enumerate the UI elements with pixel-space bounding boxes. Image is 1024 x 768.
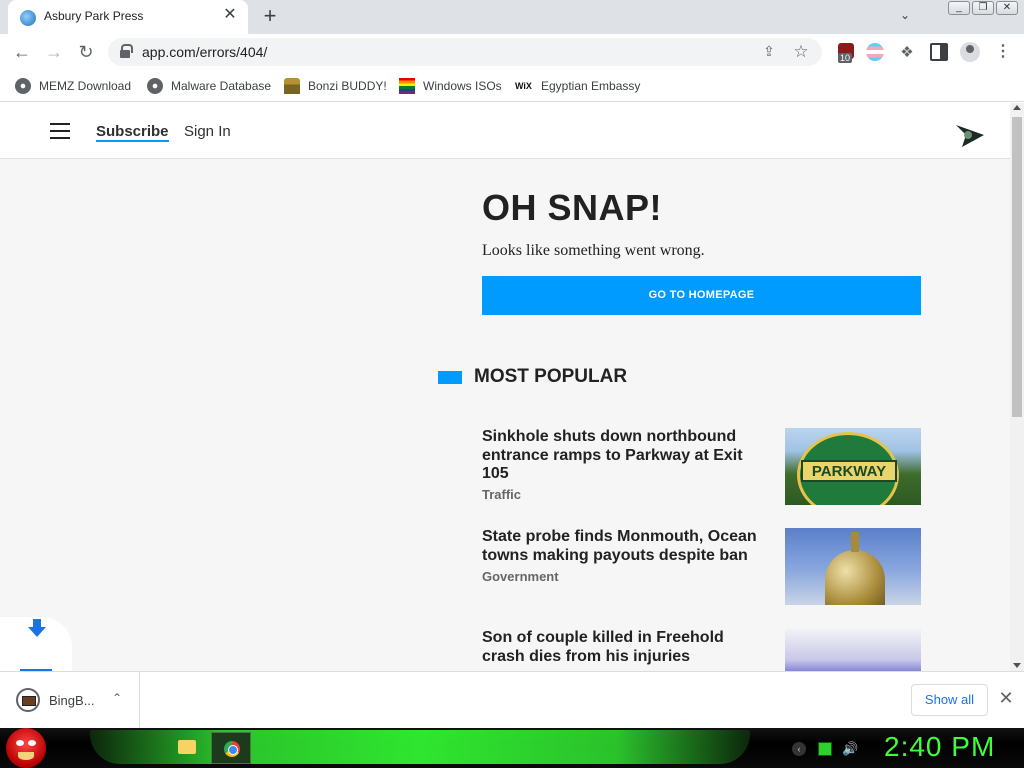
story-headline[interactable]: Son of couple killed in Freehold crash d…: [482, 629, 762, 666]
download-item[interactable]: BingB... ⌃: [0, 672, 140, 728]
bookmark-star-icon[interactable]: ☆: [792, 42, 810, 61]
bookmark-windows-isos[interactable]: Windows ISOs: [399, 77, 502, 95]
error-title: OH SNAP!: [482, 187, 663, 228]
bookmark-bonzi-buddy[interactable]: Bonzi BUDDY!: [284, 77, 387, 95]
download-file-icon: [16, 688, 40, 712]
back-button[interactable]: ←: [10, 40, 34, 64]
bookmark-label: Malware Database: [171, 79, 272, 93]
sign-in-link[interactable]: Sign In: [184, 123, 231, 140]
globe-icon: [147, 78, 163, 94]
bookmark-label: Bonzi BUDDY!: [308, 79, 387, 93]
screen: Asbury Park Press ✕ + ⌄ _ ❐ ✕ ← → ↻ app.…: [0, 0, 1024, 768]
new-tab-button[interactable]: +: [258, 5, 282, 29]
page-viewport: Subscribe Sign In OH SNAP! Looks like so…: [0, 103, 1024, 671]
story-category[interactable]: Traffic: [482, 487, 521, 502]
subscribe-link[interactable]: Subscribe: [96, 123, 169, 142]
taskbar: ‹ 🔊 2:40 PM: [0, 728, 1024, 768]
hamburger-menu-icon[interactable]: [50, 123, 70, 139]
extension-flag-icon[interactable]: [866, 43, 884, 61]
go-to-homepage-button[interactable]: GO TO HOMEPAGE: [482, 276, 921, 315]
browser-toolbar: ← → ↻ app.com/errors/404/ ⇪ ☆ 10 ❖ ⋮: [0, 34, 1024, 70]
tab-title: Asbury Park Press: [44, 9, 144, 23]
show-all-button[interactable]: Show all: [911, 684, 988, 716]
reload-button[interactable]: ↻: [74, 40, 98, 64]
bookmark-label: Egyptian Embassy: [541, 79, 641, 93]
lock-icon[interactable]: [120, 44, 133, 58]
window-controls: _ ❐ ✕: [948, 1, 1018, 15]
story-thumbnail-police[interactable]: [785, 629, 921, 671]
error-message: Looks like something went wrong.: [482, 242, 705, 259]
bookmark-label: MEMZ Download: [39, 79, 132, 93]
chevron-up-icon[interactable]: ⌃: [110, 691, 124, 705]
extension-badge-count: 10: [838, 53, 853, 63]
url-text[interactable]: app.com/errors/404/: [142, 44, 267, 60]
site-logo-icon[interactable]: [954, 121, 986, 149]
scroll-down-icon[interactable]: [1013, 663, 1021, 668]
download-indicator[interactable]: [0, 617, 72, 671]
story-category[interactable]: Government: [482, 569, 559, 584]
tab-close-icon[interactable]: ✕: [222, 7, 238, 23]
close-window-button[interactable]: ✕: [996, 1, 1018, 15]
profile-avatar-icon[interactable]: [960, 42, 980, 62]
rainbow-flag-icon: [399, 78, 415, 94]
bookmark-memz-download[interactable]: MEMZ Download: [15, 77, 131, 95]
network-icon[interactable]: [818, 742, 832, 756]
start-button-angry-bird-icon[interactable]: [6, 728, 46, 768]
share-icon[interactable]: ⇪: [760, 43, 778, 61]
maximize-button[interactable]: ❐: [972, 1, 994, 15]
tab-strip: Asbury Park Press ✕ + ⌄ _ ❐ ✕: [0, 0, 1024, 34]
chrome-icon: [224, 741, 240, 757]
minimize-button[interactable]: _: [948, 1, 970, 15]
scroll-up-icon[interactable]: [1013, 105, 1021, 110]
section-accent-bar: [438, 371, 462, 384]
download-file-name[interactable]: BingB...: [49, 693, 95, 708]
site-favicon-icon: [20, 10, 36, 26]
globe-icon: [15, 78, 31, 94]
scroll-thumb[interactable]: [1012, 117, 1022, 417]
story-card[interactable]: State probe finds Monmouth, Ocean towns …: [482, 528, 922, 608]
address-bar[interactable]: app.com/errors/404/ ⇪ ☆: [108, 38, 822, 66]
story-card[interactable]: Sinkhole shuts down northbound entrance …: [482, 428, 922, 508]
bookmark-malware-database[interactable]: Malware Database: [147, 77, 271, 95]
bookmark-label: Windows ISOs: [423, 79, 502, 93]
extensions-puzzle-icon[interactable]: ❖: [898, 43, 916, 61]
vertical-scrollbar[interactable]: [1010, 103, 1024, 671]
bonzi-icon: [284, 78, 300, 94]
story-thumbnail-parkway[interactable]: PARKWAY: [785, 428, 921, 505]
story-card[interactable]: Son of couple killed in Freehold crash d…: [482, 629, 922, 671]
story-thumbnail-dome[interactable]: [785, 528, 921, 605]
close-shelf-icon[interactable]: ✕: [996, 688, 1016, 708]
tab-asbury-park-press[interactable]: Asbury Park Press ✕: [8, 0, 248, 34]
site-header: Subscribe Sign In: [0, 103, 1010, 159]
wix-icon: WiX: [515, 81, 532, 91]
taskbar-clock[interactable]: 2:40 PM: [884, 731, 995, 763]
side-panel-icon[interactable]: [930, 43, 948, 61]
download-shelf: BingB... ⌃ Show all ✕: [0, 671, 1024, 728]
story-headline[interactable]: Sinkhole shuts down northbound entrance …: [482, 428, 762, 484]
most-popular-heading: MOST POPULAR: [474, 366, 628, 387]
volume-icon[interactable]: 🔊: [842, 742, 858, 756]
story-headline[interactable]: State probe finds Monmouth, Ocean towns …: [482, 528, 762, 565]
bookmark-egyptian-embassy[interactable]: WiX Egyptian Embassy: [515, 77, 640, 95]
thumbnail-sign-text: PARKWAY: [801, 460, 897, 482]
forward-button[interactable]: →: [42, 40, 66, 64]
tray-expand-icon[interactable]: ‹: [792, 742, 806, 756]
bookmarks-bar: MEMZ Download Malware Database Bonzi BUD…: [0, 70, 1024, 102]
taskbar-chrome-button[interactable]: [211, 732, 251, 764]
tab-search-chevron-icon[interactable]: ⌄: [896, 8, 914, 26]
file-explorer-icon[interactable]: [178, 740, 196, 754]
browser-menu-icon[interactable]: ⋮: [994, 43, 1012, 61]
